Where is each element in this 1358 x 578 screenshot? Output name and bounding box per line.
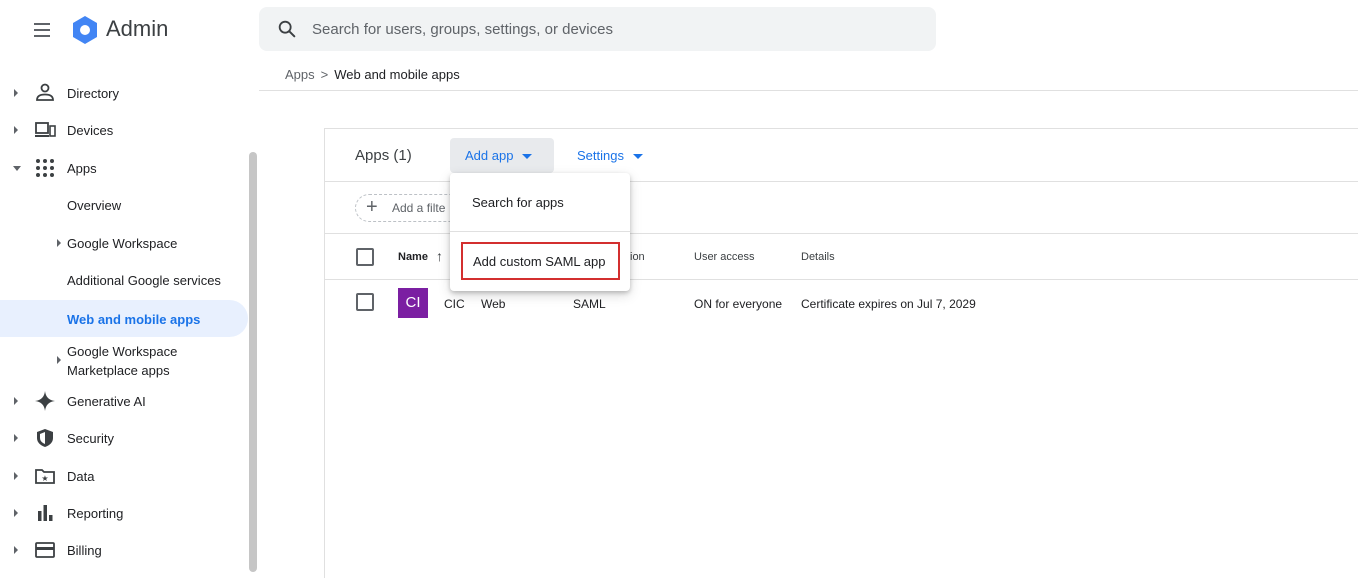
app-details: Certificate expires on Jul 7, 2029 — [801, 297, 976, 311]
breadcrumb-current: Web and mobile apps — [334, 67, 460, 82]
sidebar-item-label: Apps — [67, 160, 97, 176]
admin-logo-icon[interactable] — [70, 15, 100, 45]
devices-icon — [35, 122, 56, 137]
sidebar-item-devices[interactable]: Devices — [0, 112, 248, 148]
column-header-user-access: User access — [694, 251, 755, 263]
app-name-suffix[interactable]: Web — [481, 297, 505, 311]
sidebar-subitem-overview[interactable]: Overview — [0, 187, 248, 223]
collapse-arrow-icon — [13, 166, 21, 171]
sidebar-item-data[interactable]: ★ Data — [0, 458, 248, 494]
expand-arrow-icon — [14, 509, 18, 517]
sidebar-subitem-label: Additional Google services — [67, 273, 221, 288]
plus-icon: + — [366, 196, 378, 218]
sort-ascending-icon[interactable]: ↑ — [436, 248, 443, 264]
sidebar-item-label: Data — [67, 468, 95, 484]
apps-grid-icon — [36, 159, 54, 177]
expand-arrow-icon — [14, 89, 18, 97]
add-app-label: Add app — [465, 148, 514, 163]
row-checkbox[interactable] — [356, 293, 374, 311]
bar-chart-icon — [38, 505, 53, 521]
divider — [259, 90, 1358, 91]
sparkle-icon — [35, 391, 55, 411]
settings-button[interactable]: Settings — [577, 148, 624, 163]
search-icon[interactable] — [276, 18, 298, 40]
sidebar-subitem-label: Google Workspace — [67, 236, 178, 251]
menu-item-label: Add custom SAML app — [473, 254, 606, 269]
svg-text:★: ★ — [41, 474, 48, 483]
menu-divider — [450, 231, 630, 232]
sidebar-item-label: Generative AI — [67, 393, 146, 409]
sidebar-subitem-marketplace-apps[interactable]: Google Workspace Marketplace apps — [0, 340, 248, 380]
expand-arrow-icon — [57, 356, 61, 364]
sidebar-subitem-label: Marketplace apps — [67, 363, 170, 378]
sidebar-item-label: Billing — [67, 542, 102, 558]
sidebar-item-reporting[interactable]: Reporting — [0, 495, 248, 531]
column-header-authentication: ion — [630, 251, 645, 263]
sidebar-subitem-web-mobile-apps[interactable]: Web and mobile apps — [0, 300, 248, 337]
sidebar-item-security[interactable]: Security — [0, 420, 248, 456]
sidebar-subitem-label: Google Workspace — [67, 344, 178, 359]
breadcrumb-separator: > — [320, 67, 329, 82]
menu-bar — [34, 35, 50, 37]
column-header-details: Details — [801, 251, 835, 263]
sidebar-item-label: Reporting — [67, 505, 124, 521]
expand-arrow-icon — [14, 434, 18, 442]
app-name[interactable]: CIC — [444, 297, 465, 311]
sidebar-item-label: Security — [67, 430, 114, 446]
sidebar-item-directory[interactable]: Directory — [0, 75, 248, 111]
sidebar-subitem-label: Web and mobile apps — [67, 312, 201, 327]
breadcrumb-apps-link[interactable]: Apps — [285, 67, 315, 82]
sidebar-subitem-google-workspace[interactable]: Google Workspace — [0, 225, 248, 261]
expand-arrow-icon — [14, 546, 18, 554]
dropdown-caret-icon — [633, 154, 643, 159]
expand-arrow-icon — [14, 472, 18, 480]
sidebar-item-billing[interactable]: Billing — [0, 532, 248, 568]
app-title: Admin — [106, 16, 169, 41]
column-header-name[interactable]: Name — [398, 251, 428, 263]
expand-arrow-icon — [14, 397, 18, 405]
billing-card-icon — [35, 542, 55, 558]
app-avatar: CI — [398, 288, 428, 318]
sidebar-item-label: Devices — [67, 122, 114, 138]
select-all-checkbox[interactable] — [356, 248, 374, 266]
add-filter-label: Add a filte — [392, 201, 446, 215]
sidebar-scrollbar[interactable] — [249, 152, 257, 572]
dropdown-caret-icon — [522, 154, 532, 159]
expand-arrow-icon — [14, 126, 18, 134]
sidebar-item-apps[interactable]: Apps — [0, 150, 248, 186]
search-input[interactable] — [312, 13, 912, 45]
menu-item-add-custom-saml-app[interactable]: Add custom SAML app — [461, 242, 620, 280]
apps-count-title: Apps (1) — [355, 147, 412, 164]
data-folder-icon: ★ — [35, 469, 55, 484]
sidebar-item-label: Directory — [67, 85, 120, 101]
menu-bar — [34, 23, 50, 25]
sidebar-item-generative-ai[interactable]: Generative AI — [0, 383, 248, 419]
person-icon — [36, 83, 54, 101]
app-user-access: ON for everyone — [694, 297, 783, 311]
breadcrumb: Apps > Web and mobile apps — [285, 67, 460, 82]
main-menu-button[interactable] — [30, 17, 58, 43]
app-auth-type: SAML — [573, 297, 606, 311]
sidebar-subitem-additional-services[interactable]: Additional Google services — [0, 262, 248, 298]
sidebar-subitem-label: Overview — [67, 198, 122, 213]
expand-arrow-icon — [57, 239, 61, 247]
shield-icon — [37, 429, 53, 447]
menu-item-search-for-apps[interactable]: Search for apps — [450, 180, 630, 224]
menu-bar — [34, 29, 50, 31]
menu-item-label: Search for apps — [472, 195, 564, 210]
